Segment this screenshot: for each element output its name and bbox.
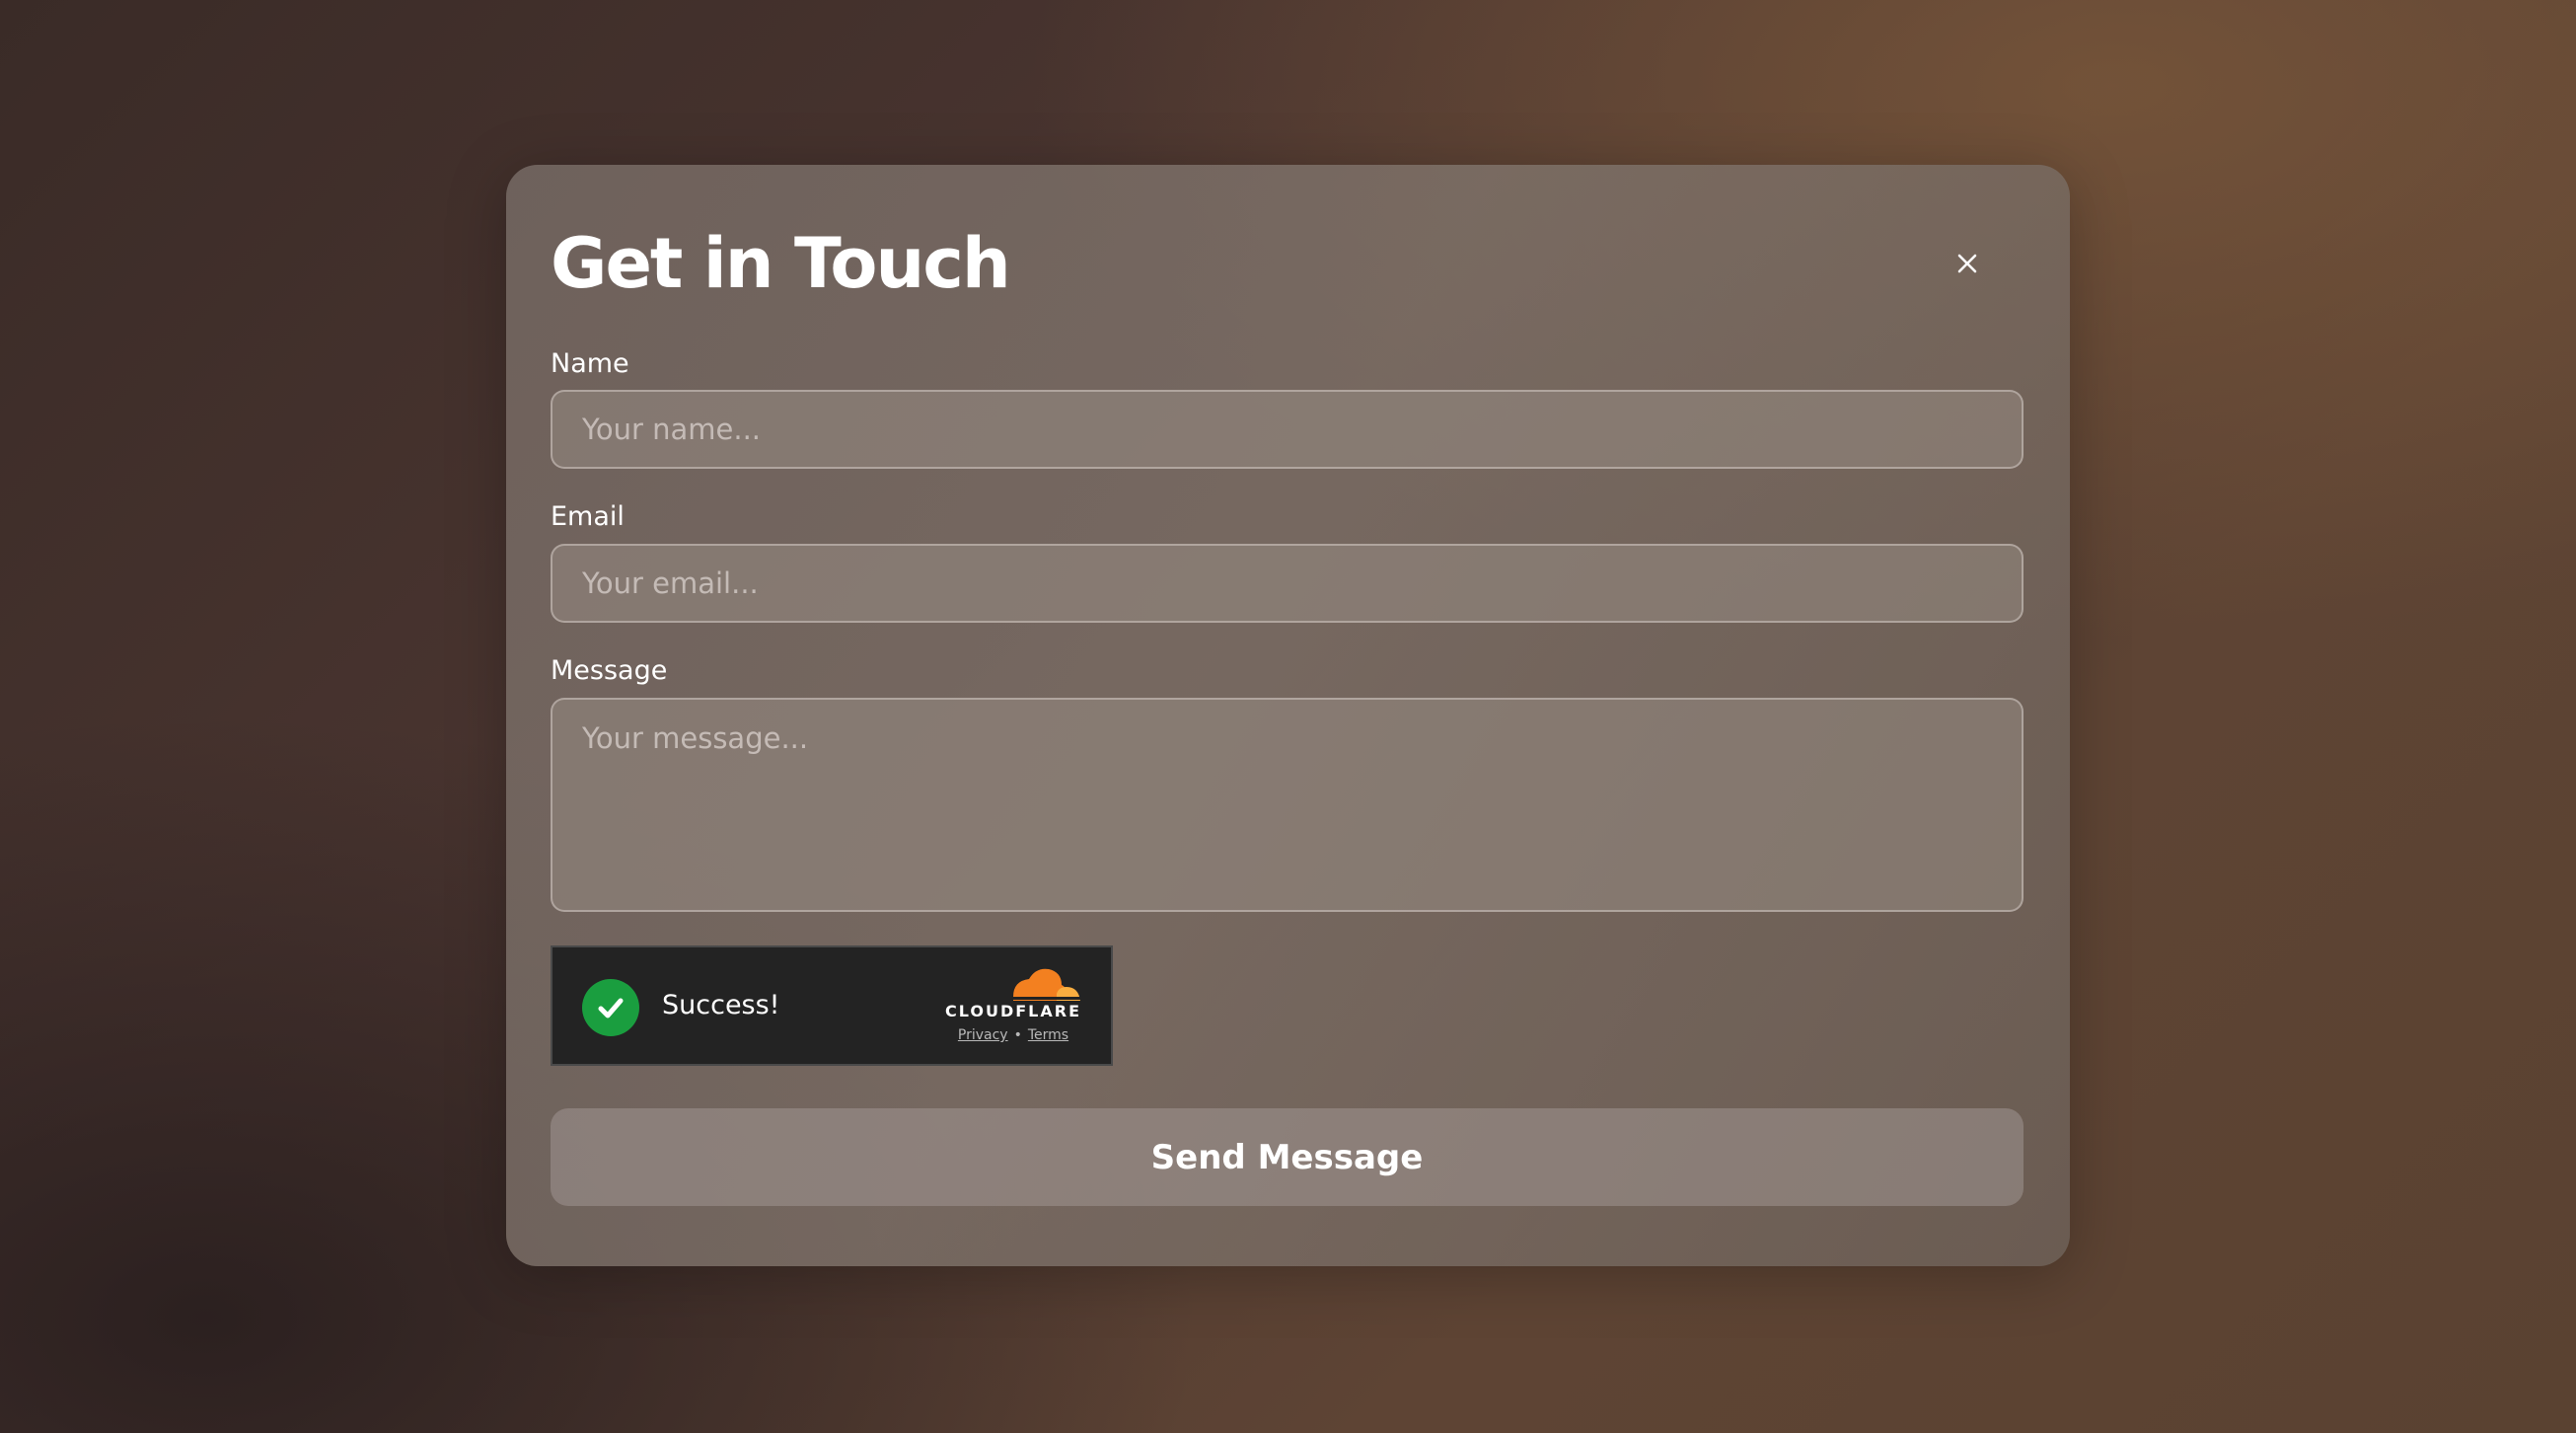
message-textarea[interactable] <box>551 698 2024 912</box>
modal-title: Get in Touch <box>551 223 1011 304</box>
name-label: Name <box>551 348 629 379</box>
contact-modal: Get in Touch Name Email Message Success!… <box>506 165 2070 1266</box>
cloudflare-wordmark: CLOUDFLARE <box>945 1002 1081 1020</box>
captcha-status-text: Success! <box>662 990 780 1020</box>
send-message-button[interactable]: Send Message <box>551 1108 2024 1206</box>
email-label: Email <box>551 501 625 532</box>
link-separator: • <box>1013 1027 1022 1043</box>
privacy-link[interactable]: Privacy <box>958 1027 1008 1043</box>
checkmark-circle-icon <box>582 979 639 1036</box>
terms-link[interactable]: Terms <box>1028 1027 1068 1043</box>
checkmark-icon <box>598 998 624 1018</box>
name-input[interactable] <box>551 390 2024 469</box>
close-icon <box>1957 254 1977 273</box>
email-input[interactable] <box>551 544 2024 623</box>
close-button[interactable] <box>1950 246 1985 281</box>
turnstile-widget: Success! CLOUDFLARE Privacy • Terms <box>551 945 1113 1066</box>
captcha-links: Privacy • Terms <box>941 1026 1085 1044</box>
message-label: Message <box>551 655 668 686</box>
